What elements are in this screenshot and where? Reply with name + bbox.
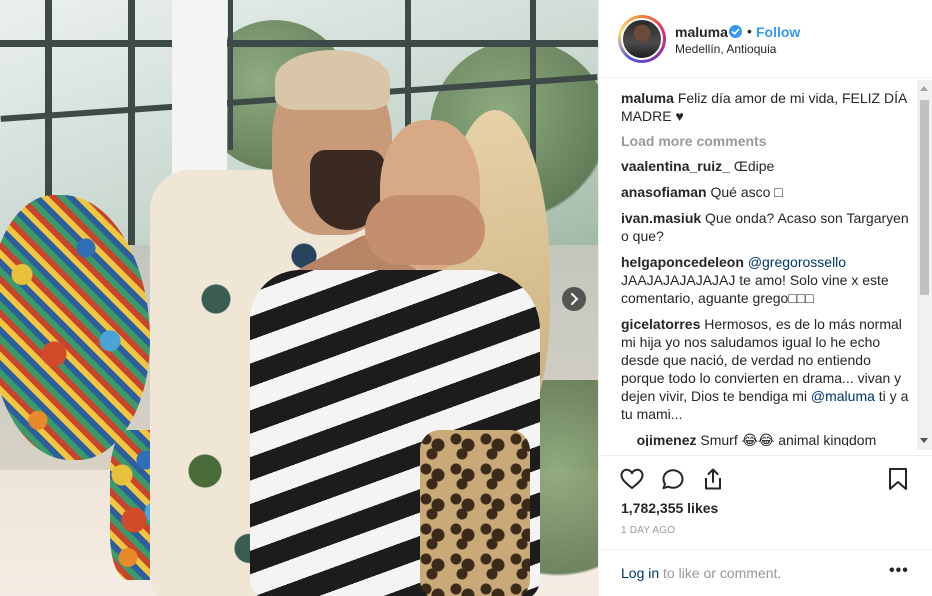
comment-username[interactable]: __ojimenez bbox=[621, 432, 696, 446]
login-footer: Log in to like or comment. ••• bbox=[599, 549, 932, 596]
heart-icon[interactable] bbox=[619, 466, 645, 492]
verified-badge-icon bbox=[729, 25, 742, 38]
comment: gicelatorres Hermosos, es de lo más norm… bbox=[621, 315, 913, 423]
scroll-up-arrow-icon[interactable] bbox=[920, 86, 928, 91]
comments-list: maluma Feliz día amor de mi vida, FELIZ … bbox=[621, 89, 913, 446]
more-options-button[interactable]: ••• bbox=[889, 562, 909, 580]
comment: ivan.masiuk Que onda? Acaso son Targarye… bbox=[621, 209, 913, 245]
comment-username[interactable]: helgaponcedeleon bbox=[621, 254, 744, 270]
window-frame bbox=[128, 0, 135, 260]
comment: vaalentina_ruiz_ Œdipe bbox=[621, 157, 913, 175]
comment-username[interactable]: gicelatorres bbox=[621, 316, 700, 332]
post-photo[interactable] bbox=[0, 0, 598, 596]
share-icon[interactable] bbox=[700, 466, 726, 492]
location-link[interactable]: Medellín, Antioquia bbox=[675, 42, 776, 56]
post-timestamp[interactable]: 1 DAY AGO bbox=[621, 525, 675, 536]
comments-scrollbar[interactable] bbox=[917, 80, 932, 450]
separator-dot: • bbox=[747, 23, 752, 39]
comment: __ojimenez Smurf 😂😂 animal kingdom bbox=[621, 431, 913, 446]
man-hair bbox=[275, 50, 390, 110]
window-frame bbox=[228, 0, 233, 150]
window-frame bbox=[0, 40, 598, 47]
likes-count[interactable]: 1,782,355 likes bbox=[621, 500, 718, 516]
login-link[interactable]: Log in bbox=[621, 565, 659, 581]
bookmark-icon[interactable] bbox=[885, 466, 911, 492]
comment-username[interactable]: anasofiaman bbox=[621, 184, 707, 200]
post-header: maluma • Follow Medellín, Antioquia bbox=[599, 0, 932, 78]
comment-text: Smurf 😂😂 animal kingdom bbox=[700, 432, 877, 446]
comment-username[interactable]: vaalentina_ruiz_ bbox=[621, 158, 730, 174]
comment-text: JAAJAJAJAJAJAJ te amo! Solo vine x este … bbox=[621, 272, 889, 306]
carousel-next-button[interactable] bbox=[562, 287, 586, 311]
action-bar bbox=[599, 455, 932, 505]
comment-icon[interactable] bbox=[660, 466, 686, 492]
story-ring[interactable] bbox=[618, 15, 666, 63]
login-prompt-text: to like or comment. bbox=[659, 565, 782, 581]
load-more-comments-button[interactable]: Load more comments bbox=[621, 133, 913, 149]
comment: helgaponcedeleon @gregorossello JAAJAJAJ… bbox=[621, 253, 913, 307]
comment-mention[interactable]: @maluma bbox=[811, 388, 875, 404]
comment-text: Œdipe bbox=[733, 158, 775, 174]
username-link[interactable]: maluma bbox=[675, 24, 728, 40]
comment-text: Qué asco □ bbox=[710, 184, 783, 200]
woman-leopard-skirt bbox=[420, 430, 530, 596]
chevron-right-icon bbox=[571, 293, 579, 305]
avatar[interactable] bbox=[621, 18, 663, 60]
post-container: maluma • Follow Medellín, Antioquia malu… bbox=[0, 0, 932, 596]
comment-mention[interactable]: @gregorossello bbox=[748, 254, 846, 270]
follow-button[interactable]: Follow bbox=[756, 24, 800, 40]
man-hand-on-face bbox=[365, 195, 485, 265]
login-prompt: Log in to like or comment. bbox=[621, 565, 781, 581]
scroll-thumb[interactable] bbox=[920, 100, 929, 295]
post-sidebar: maluma • Follow Medellín, Antioquia malu… bbox=[598, 0, 932, 596]
comment: anasofiaman Qué asco □ bbox=[621, 183, 913, 201]
comment-username[interactable]: ivan.masiuk bbox=[621, 210, 701, 226]
caption: maluma Feliz día amor de mi vida, FELIZ … bbox=[621, 89, 913, 125]
scroll-down-arrow-icon[interactable] bbox=[920, 438, 928, 443]
caption-username[interactable]: maluma bbox=[621, 90, 674, 106]
